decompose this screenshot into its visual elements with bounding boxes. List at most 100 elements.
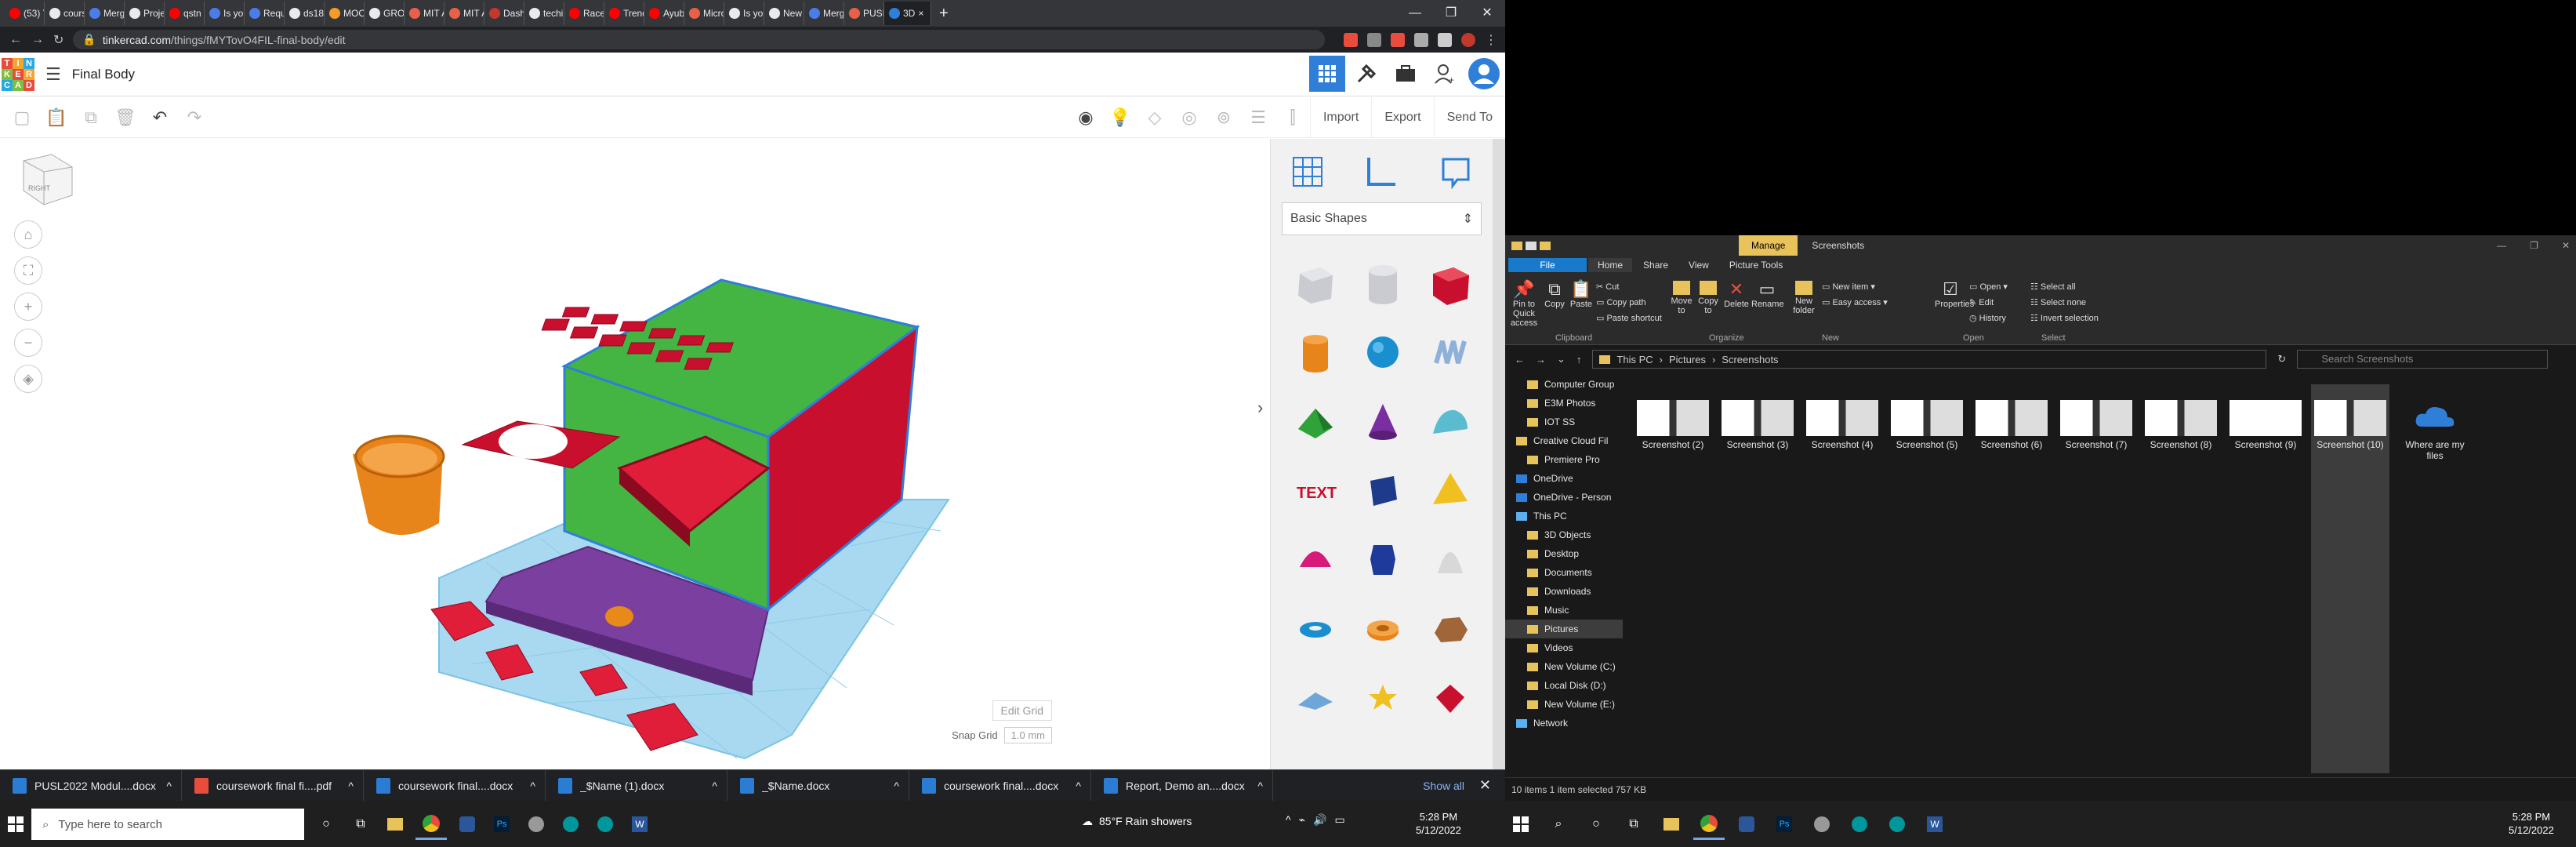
forward-icon[interactable]: →: [31, 33, 44, 47]
browser-tab[interactable]: ds18×: [285, 2, 325, 25]
workplane-icon[interactable]: [1290, 154, 1325, 193]
shape-icon[interactable]: ◇: [1137, 107, 1172, 128]
browser-tab[interactable]: (53) Y×: [5, 2, 45, 25]
view-toggle-icon[interactable]: ◉: [1068, 107, 1103, 128]
copy-button[interactable]: ⧉ Copy: [1543, 279, 1566, 309]
nav-item[interactable]: Documents: [1505, 563, 1623, 582]
rename-button[interactable]: ▭ Rename: [1751, 279, 1784, 309]
torus-shape[interactable]: [1282, 596, 1349, 660]
arduino-taskbar-icon[interactable]: [1844, 809, 1875, 840]
nav-item[interactable]: Local Disk (D:): [1505, 676, 1623, 695]
download-item[interactable]: Report, Demo an....docx ^: [1091, 769, 1273, 802]
ungroup-icon[interactable]: ⊚: [1206, 107, 1241, 128]
file-item[interactable]: Screenshot (3): [1718, 384, 1797, 773]
properties-icon[interactable]: [1526, 241, 1537, 250]
download-item[interactable]: _$Name.docx ^: [727, 769, 909, 802]
browser-tab[interactable]: Race×: [564, 2, 604, 25]
app-taskbar-icon[interactable]: [1731, 809, 1762, 840]
browser-tab[interactable]: Proje×: [125, 2, 165, 25]
file-item[interactable]: Screenshot (2): [1634, 384, 1712, 773]
browser-tab[interactable]: Ayub×: [644, 2, 684, 25]
tab-view[interactable]: View: [1679, 258, 1718, 272]
blocks-view-button[interactable]: [1348, 56, 1384, 92]
gem-shape[interactable]: [1417, 665, 1484, 729]
search-field[interactable]: Search Screenshots: [2297, 350, 2549, 369]
tab-home[interactable]: Home: [1588, 258, 1633, 272]
word-taskbar-icon[interactable]: W: [624, 809, 655, 840]
easy-access-button[interactable]: ▭ Easy access ▾: [1822, 295, 1888, 311]
tinkercad-logo[interactable]: TINKERCAD: [2, 57, 34, 91]
browser-tab[interactable]: qstn×: [165, 2, 205, 25]
pin-quick-access-button[interactable]: 📌 Pin to Quick access: [1508, 279, 1540, 328]
select-all-button[interactable]: ☷ Select all: [2030, 279, 2099, 295]
puzzle-icon[interactable]: [1414, 32, 1428, 47]
nav-item[interactable]: Downloads: [1505, 582, 1623, 601]
photoshop-taskbar-icon[interactable]: Ps: [1769, 809, 1800, 840]
restore-icon[interactable]: ❐: [2530, 235, 2538, 256]
download-item[interactable]: PUSL2022 Modul....docx ^: [0, 769, 182, 802]
file-item[interactable]: Screenshot (10): [2311, 384, 2389, 773]
paste-shortcut-button[interactable]: ▭ Paste shortcut: [1596, 311, 1662, 326]
close-icon[interactable]: ✕: [1469, 0, 1505, 27]
tab-file[interactable]: File: [1508, 258, 1587, 272]
light-icon[interactable]: 💡: [1103, 107, 1137, 128]
nav-item[interactable]: Pictures: [1505, 620, 1623, 638]
chrome-taskbar-icon[interactable]: [1693, 809, 1725, 840]
nav-item[interactable]: OneDrive: [1505, 469, 1623, 488]
sphere-shape[interactable]: [1349, 320, 1417, 384]
new-folder-icon[interactable]: [1540, 241, 1551, 250]
redo-icon[interactable]: ↷: [177, 107, 212, 128]
new-folder-button[interactable]: New folder: [1791, 279, 1817, 315]
browser-tab[interactable]: MIT A×: [444, 2, 484, 25]
download-item[interactable]: coursework final fi....pdf ^: [182, 769, 364, 802]
chevron-up-icon[interactable]: ^: [1286, 813, 1291, 827]
invert-selection-button[interactable]: ☷ Invert selection: [2030, 311, 2099, 326]
start-button-2[interactable]: [1505, 809, 1537, 840]
delete-button[interactable]: ✕ Delete: [1723, 279, 1750, 309]
nav-item[interactable]: IOT SS: [1505, 413, 1623, 431]
select-none-button[interactable]: ☷ Select none: [2030, 295, 2099, 311]
paste-icon[interactable]: 📋: [39, 107, 74, 128]
user-avatar[interactable]: [1466, 56, 1502, 92]
recent-icon[interactable]: ⌄: [1557, 353, 1566, 365]
cortana-icon[interactable]: ○: [1580, 809, 1612, 840]
cortana-icon[interactable]: ○: [310, 809, 342, 840]
browser-tab[interactable]: PUSL×: [844, 2, 884, 25]
minimize-icon[interactable]: —: [1397, 0, 1433, 27]
cylinder-shape[interactable]: [1282, 320, 1349, 384]
minimize-icon[interactable]: —: [2497, 235, 2506, 256]
edit-grid-button[interactable]: Edit Grid: [992, 700, 1052, 721]
nav-item[interactable]: Music: [1505, 601, 1623, 620]
app2-taskbar-icon[interactable]: [1806, 809, 1838, 840]
address-path[interactable]: This PC › Pictures › Screenshots: [1592, 350, 2267, 369]
3d-design-view-button[interactable]: [1309, 56, 1345, 92]
volume-icon[interactable]: 🔊: [1313, 813, 1326, 827]
start-button[interactable]: [0, 809, 31, 840]
browser-tab[interactable]: Merg×: [804, 2, 844, 25]
copy-path-button[interactable]: ▭ Copy path: [1596, 295, 1662, 311]
file-item[interactable]: Screenshot (9): [2226, 384, 2305, 773]
nav-item[interactable]: 3D Objects: [1505, 525, 1623, 544]
battery-icon[interactable]: ▭: [1334, 813, 1344, 827]
chevron-up-icon[interactable]: ^: [530, 780, 535, 792]
new-item-button[interactable]: ▭ New item ▾: [1822, 279, 1888, 295]
file-item[interactable]: Screenshot (5): [1888, 384, 1966, 773]
chevron-up-icon[interactable]: ^: [1257, 780, 1263, 792]
shape-category-select[interactable]: Basic Shapes ⇕: [1282, 202, 1482, 235]
up-icon[interactable]: ↑: [1576, 354, 1582, 365]
roof-shape[interactable]: [1282, 389, 1349, 453]
polygon-shape[interactable]: [1349, 458, 1417, 522]
taskbar-search[interactable]: ⌕ Type here to search: [31, 809, 304, 840]
tube-shape[interactable]: [1349, 596, 1417, 660]
nav-item[interactable]: Network: [1505, 714, 1623, 732]
download-item[interactable]: coursework final....docx ^: [364, 769, 546, 802]
cut-button[interactable]: ✂ Cut: [1596, 279, 1662, 295]
chevron-up-icon[interactable]: ^: [348, 780, 354, 792]
history-button[interactable]: ◷ History: [1969, 311, 2008, 326]
file-item[interactable]: Where are my files: [2396, 384, 2474, 773]
nav-item[interactable]: This PC: [1505, 507, 1623, 525]
task-view-icon[interactable]: ⧉: [345, 809, 376, 840]
nav-item[interactable]: Computer Group: [1505, 375, 1623, 394]
align-icon[interactable]: ☰: [1241, 107, 1275, 128]
nav-item[interactable]: Creative Cloud Fil: [1505, 431, 1623, 450]
